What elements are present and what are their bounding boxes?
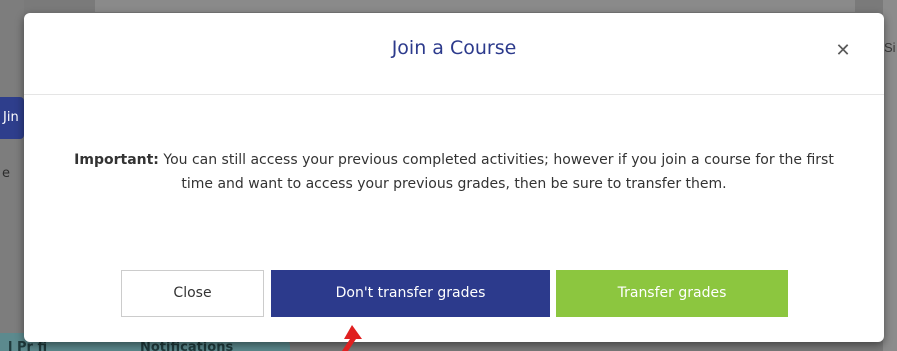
close-button[interactable]: Close <box>121 270 264 317</box>
modal-title: Join a Course <box>391 37 517 59</box>
background-join-button: Jin <box>0 97 24 139</box>
join-course-modal: Join a Course ✕ Important: You can still… <box>24 13 884 342</box>
background-right-text: Si <box>884 40 896 55</box>
background-left-text: e <box>2 166 10 181</box>
modal-message: Important: You can still access your pre… <box>64 148 844 196</box>
dont-transfer-grades-button[interactable]: Don't transfer grades <box>271 270 550 317</box>
page: Si Jin e l Pr fi Notifications Join a Co… <box>0 0 897 351</box>
important-label: Important: <box>74 152 159 168</box>
modal-header: Join a Course ✕ <box>24 13 884 95</box>
annotation-arrow-icon <box>342 325 362 351</box>
close-icon[interactable]: ✕ <box>834 42 852 60</box>
message-text: You can still access your previous compl… <box>158 152 834 192</box>
background-header-strip <box>95 0 855 12</box>
transfer-grades-button[interactable]: Transfer grades <box>556 270 788 317</box>
